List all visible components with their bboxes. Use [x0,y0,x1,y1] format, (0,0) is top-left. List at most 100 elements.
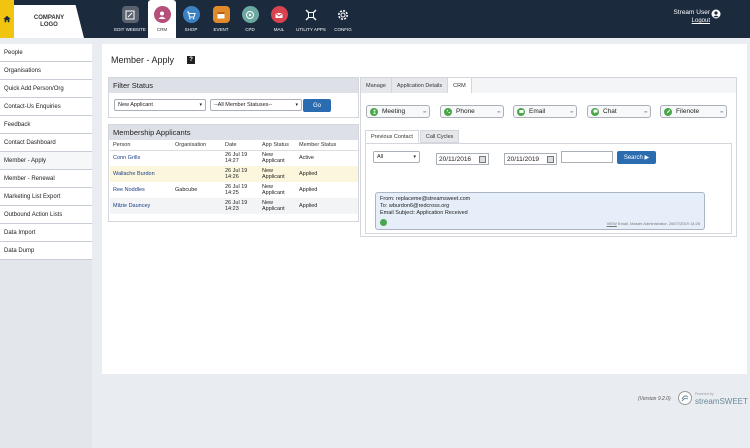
column-header[interactable]: Member Status [296,141,358,151]
meeting-button[interactable]: Meeting ▪▪▪ [366,105,430,118]
nav-event[interactable]: EVENT [206,0,236,38]
view-link[interactable]: VIEW [607,221,617,226]
nav-cpd[interactable]: CPD [236,0,264,38]
event-calendar-icon [212,6,230,23]
sidebar-item-contact-dashboard[interactable]: Contact Dashboard [0,134,92,152]
sidebar-item-label: Contact-Us Enquiries [4,103,61,110]
tab-crm[interactable]: CRM [448,78,472,93]
logout-link[interactable]: Logout [668,18,710,24]
user-area: Stream User Logout [668,9,710,24]
sidebar-item-feedback[interactable]: Feedback [0,116,92,134]
member-status-cell: Applied [296,198,358,214]
utility-apps-icon [303,6,320,23]
version-text: (Version 9.2.0) [638,396,671,402]
nav-mail[interactable]: MAIL [264,0,294,38]
streamsweet-brand[interactable]: Powered by streamSWEET [678,390,748,406]
person-link[interactable]: Wallache Burdon [110,166,172,182]
filenote-button[interactable]: Filenote ▪▪▪ [660,105,727,118]
tab-application-details[interactable]: Application Details [391,78,449,93]
sidebar-item-marketing-export[interactable]: Marketing List Export [0,188,92,206]
user-avatar-icon[interactable] [711,9,721,19]
nav-utility-apps[interactable]: UTILITY APPS [294,0,328,38]
contact-search-input[interactable] [561,151,613,163]
phone-icon [444,107,452,116]
sidebar-item-label: Member - Apply [4,157,47,164]
person-link[interactable]: Ree Noddles [110,182,172,198]
table-row[interactable]: Milzie Dauncey 26 Jul 19 14:23 New Appli… [110,198,358,214]
filenote-label: Filenote [676,108,700,115]
calendar-icon[interactable] [547,156,554,163]
sidebar-item-quick-add[interactable]: Quick Add Person/Org [0,80,92,98]
contact-meta: VIEW Email, Master Administrator, 26/07/… [607,220,700,227]
main-content: Member - Apply ? Filter Status New Appli… [102,44,747,374]
sidebar-item-data-dump[interactable]: Data Dump [0,242,92,260]
table-row[interactable]: Ree Noddles Gabcube 26 Jul 19 14:25 New … [110,182,358,198]
chat-button[interactable]: Chat ▪▪▪ [587,105,651,118]
sidebar-item-member-renewal[interactable]: Member - Renewal [0,170,92,188]
sidebar-item-contact-us[interactable]: Contact-Us Enquiries [0,98,92,116]
company-logo[interactable]: COMPANY LOGO [14,5,84,38]
column-header[interactable]: Organisation [172,141,222,151]
nav-label: CONFIG [334,27,352,32]
meeting-icon [370,107,378,116]
contact-from: From: replaceme@streamsweet.com [380,196,471,202]
sidebar-item-label: Marketing List Export [4,193,61,200]
select-value: All [377,154,384,160]
applicants-table: Person Organisation Date App Status Memb… [110,141,358,214]
go-button[interactable]: Go [303,99,331,112]
config-gear-icon [335,6,352,23]
tab-manage[interactable]: Manage [361,78,392,93]
help-icon[interactable]: ? [187,56,196,64]
sidebar-item-member-apply[interactable]: Member - Apply [0,152,92,170]
nav-crm[interactable]: CRM [148,0,176,38]
date-to-field[interactable]: 20/11/2019 [504,153,557,165]
contact-type-select[interactable]: All ▾ [373,151,420,163]
nav-edit-website[interactable]: EDIT WEBSITE [112,0,148,38]
applicants-heading: Membership Applicants [109,125,358,140]
applicant-status-select[interactable]: New Applicant ▾ [114,99,206,111]
footer: (Version 9.2.0) Powered by streamSWEET [102,380,748,448]
email-button[interactable]: Email ▪▪▪ [513,105,577,118]
tab-call-cycles[interactable]: Call Cycles [419,130,460,143]
column-header[interactable]: App Status [259,141,296,151]
crm-user-icon [153,6,171,23]
select-value: New Applicant [118,102,153,108]
date-from-field[interactable]: 20/11/2016 [436,153,489,165]
sidebar-item-people[interactable]: People [0,44,92,62]
home-button[interactable] [0,0,14,38]
cpd-icon [241,6,259,23]
person-link[interactable]: Conn Grills [110,150,172,166]
chevron-down-icon: ▾ [295,102,298,108]
sidebar-item-organisations[interactable]: Organisations [0,62,92,80]
nav-shop[interactable]: SHOP [176,0,206,38]
member-status-cell: Applied [299,186,318,193]
nav-config[interactable]: CONFIG [328,0,358,38]
search-button[interactable]: Search ▶ [617,151,656,164]
sidebar-item-outbound-lists[interactable]: Outbound Action Lists [0,206,92,224]
date-from-value: 20/11/2016 [439,155,472,163]
phone-button[interactable]: Phone ▪▪▪ [440,105,504,118]
phone-label: Phone [456,108,475,115]
column-header[interactable]: Person [110,141,172,151]
sidebar-item-label: Member - Renewal [4,175,55,182]
sidebar-item-data-import[interactable]: Data Import [0,224,92,242]
sidebar-item-label: Outbound Action Lists [4,211,63,218]
membership-applicants-panel: Membership Applicants Person Organisatio… [108,124,359,222]
person-link[interactable]: Milzie Dauncey [110,198,172,214]
meeting-label: Meeting [382,108,406,115]
nav-label: EDIT WEBSITE [114,27,146,32]
app-status-cell: New Applicant [259,166,296,182]
tab-previous-contact[interactable]: Previous Contact [365,130,419,143]
member-status-select[interactable]: --All Member Statuses-- ▾ [210,99,302,111]
column-header[interactable]: Date [222,141,259,151]
table-row[interactable]: Conn Grills 26 Jul 19 14:27 New Applican… [110,150,358,166]
table-row[interactable]: Wallache Burdon 26 Jul 19 14:26 New Appl… [110,166,358,182]
home-icon [3,15,11,23]
contact-record-card[interactable]: From: replaceme@streamsweet.com To: wbur… [375,192,705,230]
date-cell: 26 Jul 19 14:23 [222,198,259,214]
calendar-icon[interactable] [479,156,486,163]
main-nav: EDIT WEBSITE CRM SHOP EVENT CPD MAIL UTI… [112,0,358,38]
more-dots-icon: ▪▪▪ [497,109,500,114]
sidebar-item-label: Feedback [4,121,31,128]
date-to-value: 20/11/2019 [507,155,540,163]
